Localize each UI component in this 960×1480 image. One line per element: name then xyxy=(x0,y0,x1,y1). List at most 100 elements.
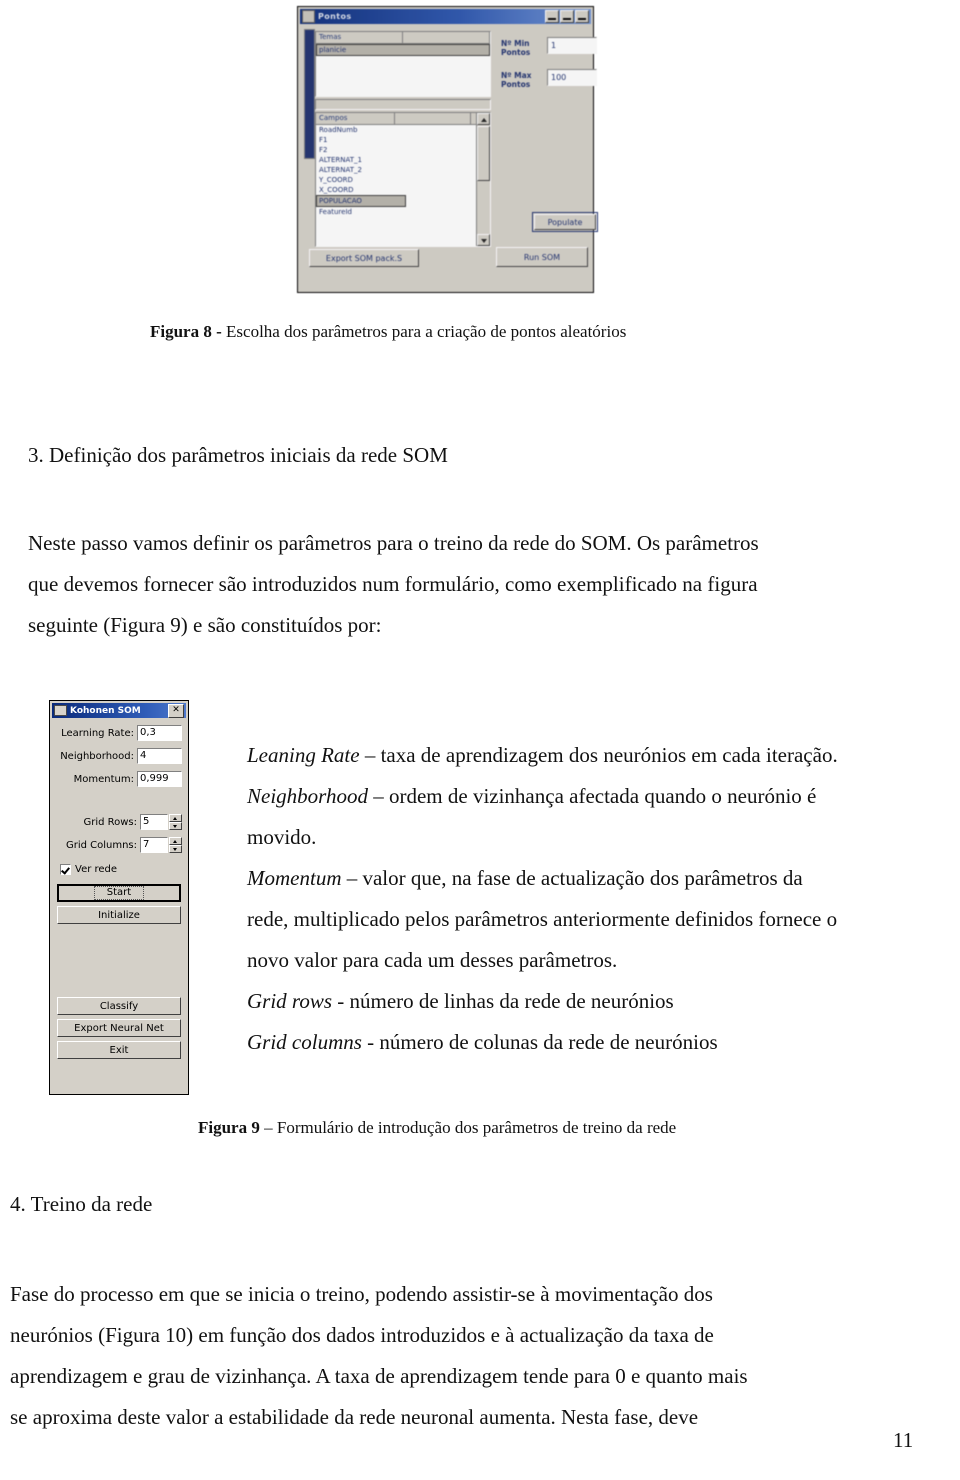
field-list-item[interactable]: ALTERNAT_1 xyxy=(316,155,490,165)
definition-leaning-rate: Leaning Rate – taxa de aprendizagem dos … xyxy=(247,735,937,776)
definition-body-line: novo valor para cada um desses parâmetro… xyxy=(247,948,618,972)
initialize-button[interactable]: Initialize xyxy=(57,906,181,924)
max-points-input[interactable]: 100 xyxy=(547,69,597,86)
themes-list-item[interactable]: planicie xyxy=(316,44,490,56)
definition-grid-columns: Grid columns - número de colunas da rede… xyxy=(247,1022,937,1063)
grid-columns-stepper[interactable] xyxy=(169,837,182,853)
field-list-item[interactable]: RoadNumb xyxy=(316,125,490,135)
stepper-up-icon[interactable] xyxy=(169,837,182,845)
definition-body: – taxa de aprendizagem dos neurónios em … xyxy=(359,743,838,767)
definition-body: – valor que, na fase de actualização dos… xyxy=(341,866,803,890)
grid-rows-row: Grid Rows: 5 xyxy=(56,814,182,830)
max-points-label: Nº Max Pontos xyxy=(501,71,532,89)
page-number: 11 xyxy=(893,1428,914,1452)
figure-9-caption-text: – Formulário de introdução dos parâmetro… xyxy=(264,1118,677,1137)
field-list-item[interactable]: FeatureId xyxy=(316,207,490,217)
ver-rede-label: Ver rede xyxy=(75,864,118,875)
neighborhood-input[interactable]: 4 xyxy=(137,748,182,764)
field-list-item[interactable]: F2 xyxy=(316,145,490,155)
ver-rede-checkbox[interactable]: Ver rede xyxy=(60,864,117,875)
scroll-up-icon[interactable] xyxy=(477,113,490,125)
start-button[interactable]: Start xyxy=(57,884,181,902)
neighborhood-row: Neighborhood: 4 xyxy=(56,748,182,764)
definition-neighborhood: Neighborhood – ordem de vizinhança afect… xyxy=(247,776,937,817)
section-4-paragraph: Fase do processo em que se inicia o trei… xyxy=(10,1274,926,1438)
definition-term: Grid rows xyxy=(247,989,332,1013)
left-accent-bar xyxy=(304,29,315,159)
definition-grid-rows: Grid rows - número de linhas da rede de … xyxy=(247,981,937,1022)
system-menu-icon[interactable] xyxy=(302,10,315,23)
momentum-input[interactable]: 0,999 xyxy=(137,771,182,787)
paragraph-line: seguinte (Figura 9) e são constituídos p… xyxy=(28,613,382,637)
definition-body-line: rede, multiplicado pelos parâmetros ante… xyxy=(247,907,838,931)
export-neural-net-button[interactable]: Export Neural Net xyxy=(57,1019,181,1037)
figure-9-caption: Figura 9 – Formulário de introdução dos … xyxy=(198,1118,676,1138)
momentum-label: Momentum: xyxy=(73,773,134,785)
kohonen-som-dialog: Kohonen SOM ✕ Learning Rate: 0,3 Neighbo… xyxy=(49,700,189,1095)
definition-body-line: movido. xyxy=(247,825,317,849)
stepper-up-icon[interactable] xyxy=(169,814,182,822)
paragraph-line: Fase do processo em que se inicia o trei… xyxy=(10,1282,713,1306)
run-som-button[interactable]: Run SOM xyxy=(496,247,588,267)
window-controls xyxy=(545,10,589,23)
definition-term: Leaning Rate xyxy=(247,743,360,767)
themes-column-header: Temas xyxy=(316,32,403,43)
learning-rate-input[interactable]: 0,3 xyxy=(137,725,182,741)
themes-listbox[interactable]: Temas planicie xyxy=(315,31,491,97)
definitions-block: Leaning Rate – taxa de aprendizagem dos … xyxy=(247,735,937,1063)
definition-body: - número de colunas da rede de neurónios xyxy=(361,1030,718,1054)
fields-listbox[interactable]: Campos RoadNumb F1 F2 ALTERNAT_1 ALTERNA… xyxy=(315,112,491,247)
scrollbar-thumb[interactable] xyxy=(477,126,490,181)
field-list-item-selected[interactable]: POPULACAO xyxy=(316,195,406,207)
min-points-label: Nº Min Pontos xyxy=(501,39,531,57)
definition-body: – ordem de vizinhança afectada quando o … xyxy=(367,784,817,808)
momentum-row: Momentum: 0,999 xyxy=(56,771,182,787)
fields-column-header: Campos xyxy=(316,113,395,124)
definition-term: Neighborhood xyxy=(247,784,368,808)
field-list-item[interactable]: Y_COORD xyxy=(316,175,490,185)
close-icon[interactable]: ✕ xyxy=(168,703,184,718)
kohonen-titlebar: Kohonen SOM ✕ xyxy=(52,703,186,718)
min-points-input[interactable]: 1 xyxy=(547,37,597,54)
figure-8-caption: Figura 8 - Escolha dos parâmetros para a… xyxy=(150,322,626,342)
export-som-button[interactable]: Export SOM pack.S xyxy=(309,249,419,267)
themes-frame-divider xyxy=(315,99,491,110)
populate-button[interactable]: Populate xyxy=(532,212,598,232)
pontos-dialog-window: Pontos Temas planicie Campos RoadNumb F1… xyxy=(297,6,598,293)
figure-9-image: Kohonen SOM ✕ Learning Rate: 0,3 Neighbo… xyxy=(49,700,189,1095)
close-icon[interactable] xyxy=(575,10,589,23)
classify-button[interactable]: Classify xyxy=(57,997,181,1015)
maximize-icon[interactable] xyxy=(560,10,574,23)
figure-8-image: Pontos Temas planicie Campos RoadNumb F1… xyxy=(297,6,598,293)
exit-button[interactable]: Exit xyxy=(57,1041,181,1059)
section-3-paragraph: Neste passo vamos definir os parâmetros … xyxy=(28,523,926,646)
stepper-down-icon[interactable] xyxy=(169,822,182,830)
grid-columns-input[interactable]: 7 xyxy=(140,837,168,853)
paragraph-line: se aproxima deste valor a estabilidade d… xyxy=(10,1405,699,1429)
themes-column-header-2 xyxy=(403,32,490,43)
grid-rows-label: Grid Rows: xyxy=(83,816,137,828)
start-button-label: Start xyxy=(93,886,145,900)
kohonen-window-title: Kohonen SOM xyxy=(70,705,141,716)
learning-rate-label: Learning Rate: xyxy=(61,727,134,739)
stepper-down-icon[interactable] xyxy=(169,845,182,853)
paragraph-line: neurónios (Figura 10) em função dos dado… xyxy=(10,1323,714,1347)
section-3-heading: 3. Definição dos parâmetros iniciais da … xyxy=(28,443,448,467)
themes-grid-header: Temas xyxy=(316,32,490,44)
checkbox-checked-icon[interactable] xyxy=(60,864,71,875)
field-list-item[interactable]: X_COORD xyxy=(316,185,490,195)
fields-scrollbar[interactable] xyxy=(476,113,490,246)
grid-rows-stepper[interactable] xyxy=(169,814,182,830)
figure-9-caption-prefix: Figura 9 xyxy=(198,1118,265,1137)
minimize-icon[interactable] xyxy=(545,10,559,23)
field-list-item[interactable]: ALTERNAT_2 xyxy=(316,165,490,175)
figure-8-caption-prefix: Figura 8 - xyxy=(150,322,227,341)
definition-term: Grid columns xyxy=(247,1030,362,1054)
learning-rate-row: Learning Rate: 0,3 xyxy=(56,725,182,741)
grid-rows-input[interactable]: 5 xyxy=(140,814,168,830)
fields-column-header-2 xyxy=(395,113,471,124)
grid-columns-row: Grid Columns: 7 xyxy=(56,837,182,853)
definition-momentum: Momentum – valor que, na fase de actuali… xyxy=(247,858,937,899)
scroll-down-icon[interactable] xyxy=(477,234,490,246)
field-list-item[interactable]: F1 xyxy=(316,135,490,145)
